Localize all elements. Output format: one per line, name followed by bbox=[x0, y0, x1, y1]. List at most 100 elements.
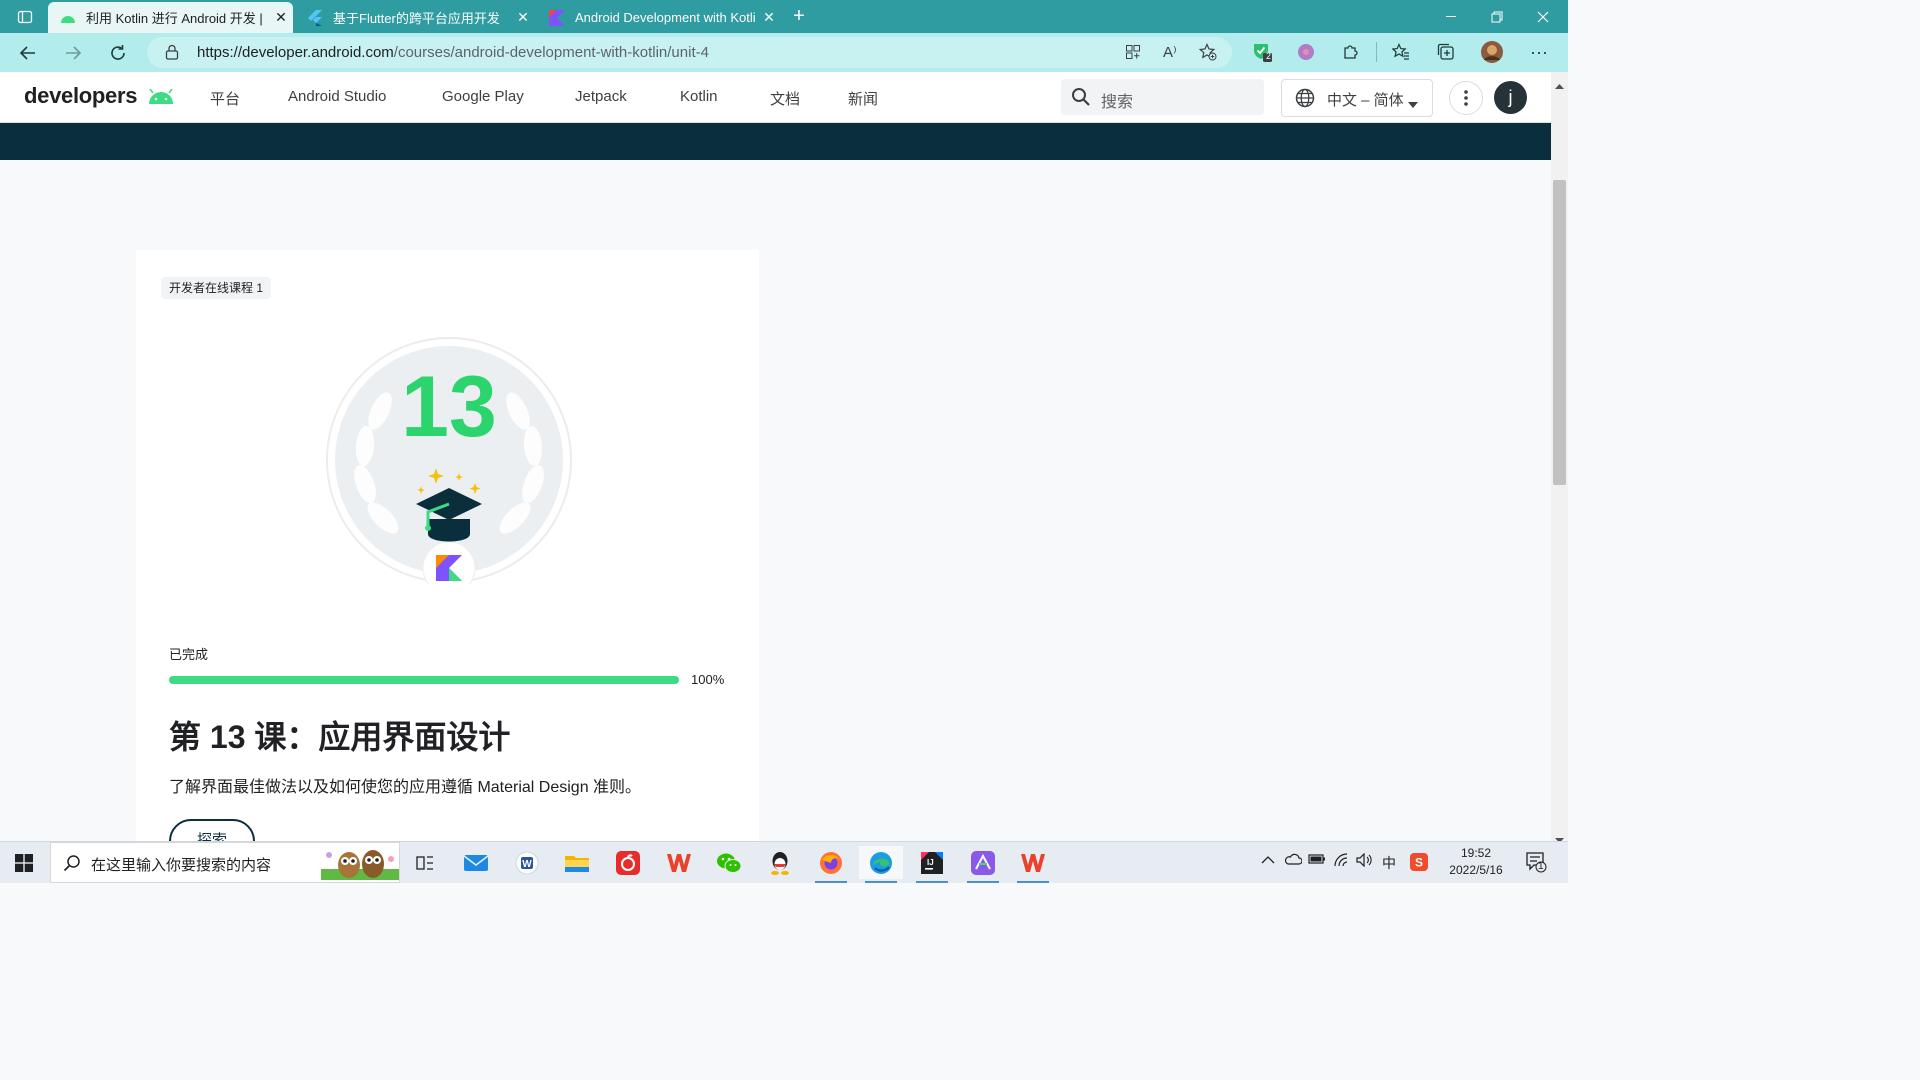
favorites-icon[interactable] bbox=[1388, 39, 1414, 65]
restore-button[interactable] bbox=[1474, 0, 1520, 33]
minimize-button[interactable] bbox=[1428, 0, 1474, 33]
onedrive-icon[interactable] bbox=[1284, 853, 1303, 868]
clock-time: 19:52 bbox=[1460, 846, 1492, 860]
qq-icon[interactable] bbox=[758, 846, 802, 879]
android-head-icon bbox=[148, 88, 173, 105]
url-path: /courses/android-development-with-kotlin… bbox=[393, 44, 709, 61]
svg-text:S: S bbox=[1415, 856, 1423, 870]
extension-circle-icon[interactable] bbox=[1293, 39, 1319, 65]
tab-actions-icon[interactable] bbox=[4, 0, 46, 33]
taskbar-search-input[interactable]: 在这里输入你要搜索的内容 bbox=[50, 842, 400, 883]
lesson-title: 第 13 课：应用界面设计 bbox=[169, 719, 511, 755]
mail-icon[interactable] bbox=[454, 846, 498, 879]
nav-docs[interactable]: 文档 bbox=[770, 88, 800, 109]
notification-count: 1 bbox=[1538, 861, 1544, 872]
battery-icon[interactable] bbox=[1308, 853, 1326, 868]
progress-bar bbox=[169, 676, 679, 684]
profile-avatar[interactable] bbox=[1479, 39, 1505, 65]
logo-text: developers bbox=[24, 83, 138, 108]
wechat-icon[interactable] bbox=[707, 846, 751, 879]
windows-logo-icon bbox=[15, 853, 33, 872]
tab-title: 利用 Kotlin 进行 Android 开发 | bbox=[86, 11, 263, 26]
word-icon[interactable]: W bbox=[505, 846, 549, 879]
nav-google-play[interactable]: Google Play bbox=[442, 88, 524, 105]
tab-title: Android Development with Kotli bbox=[575, 10, 756, 25]
language-selector[interactable]: 中文 – 简体 bbox=[1281, 79, 1433, 117]
scrollbar-thumb[interactable] bbox=[1553, 180, 1566, 485]
close-tab-icon[interactable]: ✕ bbox=[511, 9, 535, 26]
settings-more-icon[interactable]: ··· bbox=[1526, 39, 1552, 65]
search-highlight-owls-icon bbox=[321, 847, 399, 885]
nav-android-studio[interactable]: Android Studio bbox=[288, 88, 386, 105]
extension-badge: 2 bbox=[1266, 51, 1272, 61]
site-search-input[interactable]: 搜索 bbox=[1061, 79, 1264, 115]
svg-text:W: W bbox=[522, 859, 532, 870]
refresh-button[interactable] bbox=[102, 37, 134, 69]
app-available-icon[interactable] bbox=[1125, 44, 1141, 65]
notification-center-icon[interactable]: 1 bbox=[1525, 851, 1547, 876]
account-avatar[interactable]: j bbox=[1494, 81, 1527, 114]
svg-text:IJ: IJ bbox=[927, 858, 934, 867]
tab-flutter[interactable]: 基于Flutter的跨平台应用开发 ✕ bbox=[295, 2, 535, 33]
lock-icon[interactable] bbox=[165, 44, 179, 65]
task-view-icon[interactable] bbox=[403, 846, 447, 879]
lesson-card: 开发者在线课程 1 13 已完成 100% 第 13 课：应用界面设计 了解界面… bbox=[136, 250, 759, 863]
sogou-input-icon[interactable]: S bbox=[1410, 853, 1428, 874]
tab-kotlin-android[interactable]: 利用 Kotlin 进行 Android 开发 | ✕ bbox=[48, 2, 293, 33]
nav-news[interactable]: 新闻 bbox=[848, 88, 878, 109]
kebab-menu-icon bbox=[1464, 90, 1468, 106]
progress-percent: 100% bbox=[691, 672, 725, 687]
search-placeholder: 搜索 bbox=[1101, 94, 1134, 111]
extension-shield-icon[interactable]: 2 bbox=[1249, 39, 1275, 65]
edge-icon[interactable] bbox=[859, 846, 903, 883]
read-aloud-icon[interactable]: A⁾ bbox=[1163, 43, 1177, 61]
flutter-icon bbox=[307, 9, 323, 26]
page-scrollbar[interactable] bbox=[1551, 72, 1568, 843]
nav-platform[interactable]: 平台 bbox=[210, 88, 240, 109]
url-field[interactable]: https://developer.android.com/courses/an… bbox=[147, 37, 1232, 68]
ime-indicator[interactable]: 中 bbox=[1382, 853, 1396, 873]
start-button[interactable] bbox=[0, 842, 48, 883]
netease-music-icon[interactable] bbox=[606, 846, 650, 879]
close-tab-icon[interactable]: ✕ bbox=[269, 9, 293, 26]
close-window-button[interactable] bbox=[1520, 0, 1566, 33]
nav-kotlin[interactable]: Kotlin bbox=[680, 88, 718, 105]
wifi-icon[interactable] bbox=[1333, 853, 1349, 870]
close-tab-icon[interactable]: ✕ bbox=[757, 9, 781, 26]
more-options-button[interactable] bbox=[1449, 81, 1483, 115]
scroll-up-icon[interactable] bbox=[1555, 76, 1564, 94]
search-icon bbox=[63, 854, 81, 877]
add-favorite-icon[interactable] bbox=[1198, 43, 1217, 66]
forward-button[interactable] bbox=[57, 37, 89, 69]
browser-address-bar: https://developer.android.com/courses/an… bbox=[0, 33, 1568, 72]
intellij-icon[interactable]: IJ bbox=[910, 846, 954, 883]
dropdown-arrow-icon bbox=[1408, 95, 1418, 113]
toolbar-divider bbox=[1376, 42, 1377, 62]
url-host: https://developer.android.com bbox=[197, 44, 394, 61]
collections-icon[interactable] bbox=[1433, 39, 1459, 65]
taskbar-search-placeholder: 在这里输入你要搜索的内容 bbox=[91, 857, 272, 874]
wps-writer-icon[interactable] bbox=[1011, 846, 1055, 883]
back-button[interactable] bbox=[12, 37, 44, 69]
lesson-badge: 13 bbox=[326, 337, 572, 584]
hero-band bbox=[0, 123, 1551, 160]
volume-icon[interactable] bbox=[1356, 852, 1374, 870]
android-studio-icon[interactable] bbox=[961, 846, 1005, 883]
show-hidden-icons-icon[interactable] bbox=[1261, 853, 1275, 868]
nav-jetpack[interactable]: Jetpack bbox=[575, 88, 627, 105]
language-label: 中文 – 简体 bbox=[1327, 92, 1404, 109]
progress-label: 已完成 bbox=[169, 647, 209, 662]
extensions-puzzle-icon[interactable] bbox=[1338, 39, 1364, 65]
taskbar-clock[interactable]: 19:52 2022/5/16 bbox=[1440, 845, 1512, 879]
firefox-icon[interactable] bbox=[809, 846, 853, 883]
progress-bar-fill bbox=[169, 676, 679, 684]
android-icon bbox=[60, 10, 76, 26]
developers-logo[interactable]: developers bbox=[24, 83, 175, 109]
wps-icon[interactable] bbox=[657, 846, 701, 879]
new-tab-button[interactable]: + bbox=[784, 0, 814, 33]
tab-android-dev-kotlin[interactable]: Android Development with Kotli ✕ bbox=[537, 2, 781, 33]
file-explorer-icon[interactable] bbox=[555, 846, 599, 879]
kotlin-icon bbox=[549, 9, 565, 26]
tab-title: 基于Flutter的跨平台应用开发 bbox=[333, 11, 500, 26]
lesson-description: 了解界面最佳做法以及如何使您的应用遵循 Material Design 准则。 bbox=[169, 779, 642, 796]
